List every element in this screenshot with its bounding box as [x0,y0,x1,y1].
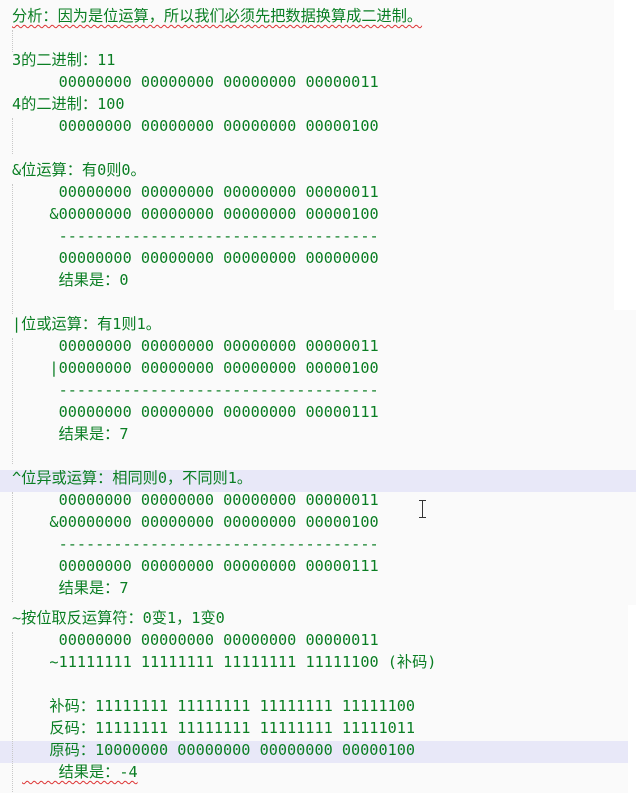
xor-divider[interactable]: ----------------------------------- [22,533,379,555]
and-result[interactable]: 结果是：0 [22,269,129,291]
not-result[interactable]: 结果是：-4 [22,761,138,783]
and-operand-1[interactable]: 00000000 00000000 00000000 00000011 [22,181,379,203]
and-divider[interactable]: ----------------------------------- [22,225,379,247]
or-operand-2[interactable]: |00000000 00000000 00000000 00000100 [22,357,378,379]
xor-result-binary[interactable]: 00000000 00000000 00000000 00000111 [22,555,379,577]
text-cursor-icon [419,500,427,518]
not-result-complement[interactable]: ~11111111 11111111 11111111 11111100 (补码… [22,651,436,673]
not-operand[interactable]: 00000000 00000000 00000000 00000011 [22,629,379,651]
and-result-binary[interactable]: 00000000 00000000 00000000 00000000 [22,247,379,269]
or-divider[interactable]: ----------------------------------- [22,379,379,401]
gutter-guide [12,338,13,464]
or-result[interactable]: 结果是：7 [22,423,129,445]
xor-operand-1[interactable]: 00000000 00000000 00000000 00000011 [22,489,379,511]
not-heading[interactable]: ~按位取反运算符：0变1，1变0 [12,607,225,629]
binary-4-value[interactable]: 00000000 00000000 00000000 00000100 [22,115,379,137]
gutter-guide [12,632,13,792]
and-operand-2[interactable]: &00000000 00000000 00000000 00000100 [22,203,378,225]
xor-result[interactable]: 结果是：7 [22,577,129,599]
gutter-guide [12,118,13,154]
or-operand-1[interactable]: 00000000 00000000 00000000 00000011 [22,335,379,357]
binary-3-label[interactable]: 3的二进制：11 [12,49,115,71]
binary-4-label[interactable]: 4的二进制：100 [12,93,125,115]
document-editor[interactable]: 分析：因为是位运算，所以我们必须先把数据换算成二进制。 3的二进制：11 000… [0,0,636,797]
complement-code[interactable]: 补码：11111111 11111111 11111111 11111100 [22,695,415,717]
xor-operand-2[interactable]: &00000000 00000000 00000000 00000100 [22,511,378,533]
ones-complement-code[interactable]: 反码：11111111 11111111 11111111 11111011 [22,717,415,739]
gutter-guide [12,492,13,602]
gutter-guide [12,184,13,314]
or-heading[interactable]: |位或运算：有1则1。 [12,313,161,335]
binary-3-value[interactable]: 00000000 00000000 00000000 00000011 [22,71,379,93]
heading-analysis[interactable]: 分析：因为是位运算，所以我们必须先把数据换算成二进制。 [12,5,422,27]
or-result-binary[interactable]: 00000000 00000000 00000000 00000111 [22,401,379,423]
and-heading[interactable]: &位运算：有0则0。 [12,159,146,181]
original-code[interactable]: 原码：10000000 00000000 00000000 00000100 [22,739,415,761]
xor-heading[interactable]: ^位异或运算：相同则0，不同则1。 [12,467,252,489]
